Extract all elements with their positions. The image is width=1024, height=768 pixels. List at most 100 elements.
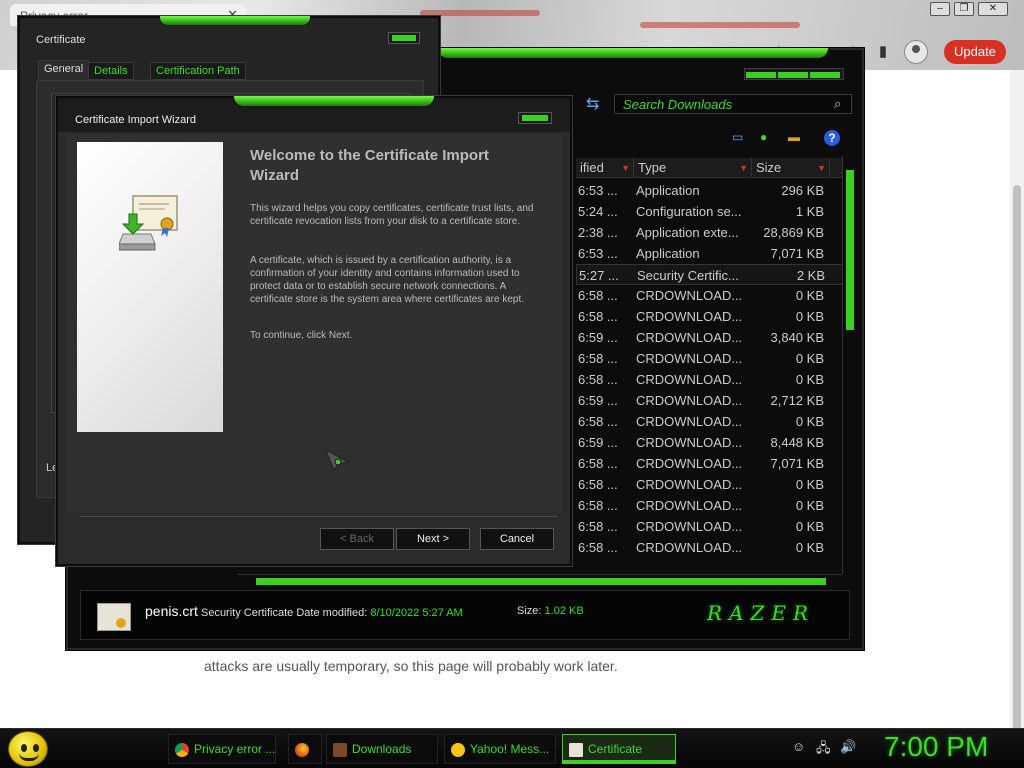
back-button[interactable]: < Back — [320, 528, 394, 550]
file-list-scrollbar[interactable] — [842, 156, 856, 574]
table-row[interactable]: 6:58 ... CRDOWNLOAD... 0 KB — [576, 495, 854, 516]
table-cell-size: 0 KB — [795, 414, 824, 429]
page-body-text: attacks are usually temporary, so this p… — [204, 658, 618, 674]
update-button[interactable]: Update — [944, 40, 1006, 64]
certificate-dialog-title: Certificate — [36, 34, 86, 46]
horizontal-scrollbar[interactable] — [238, 574, 842, 586]
start-button[interactable] — [8, 731, 48, 767]
network-icon[interactable]: 🖧 — [816, 739, 831, 761]
table-row[interactable]: 6:58 ... CRDOWNLOAD... 0 KB — [576, 474, 854, 495]
taskbar-item-firefox[interactable] — [288, 734, 322, 764]
table-row[interactable]: 5:24 ... Configuration se... 1 KB — [576, 201, 854, 222]
table-row[interactable]: 6:53 ... Application 7,071 KB — [576, 243, 854, 264]
table-row[interactable]: 6:58 ... CRDOWNLOAD... 7,071 KB — [576, 453, 854, 474]
refresh-arrow-icon[interactable]: ⇆ — [586, 94, 599, 114]
table-cell-type: Application exte... — [636, 225, 739, 240]
taskbar-item-yahoo-messenger[interactable]: Yahoo! Mess... — [444, 734, 556, 764]
table-row[interactable]: 6:59 ... CRDOWNLOAD... 2,712 KB — [576, 390, 854, 411]
details-file-name: penis.crt — [145, 603, 198, 619]
table-cell-type: CRDOWNLOAD... — [636, 414, 743, 429]
table-row[interactable]: 6:58 ... CRDOWNLOAD... 0 KB — [576, 306, 854, 327]
table-cell-date: 6:53 ... — [578, 246, 618, 261]
table-row[interactable]: 2:38 ... Application exte... 28,869 KB — [576, 222, 854, 243]
table-row[interactable]: 6:58 ... CRDOWNLOAD... 0 KB — [576, 285, 854, 306]
column-header-type[interactable]: Type ▼ — [634, 158, 752, 178]
table-cell-type: CRDOWNLOAD... — [636, 288, 743, 303]
table-cell-size: 0 KB — [795, 309, 824, 324]
table-cell-type: CRDOWNLOAD... — [636, 519, 743, 534]
taskbar: Privacy error ... Downloads Yahoo! Mess.… — [0, 728, 1024, 768]
page-scrollbar-thumb[interactable] — [1013, 185, 1021, 768]
table-row[interactable]: 6:58 ... CRDOWNLOAD... 0 KB — [576, 348, 854, 369]
table-cell-size: 0 KB — [795, 288, 824, 303]
profile-avatar[interactable] — [904, 40, 928, 64]
taskbar-clock[interactable]: 7:00 PM — [884, 731, 988, 763]
table-cell-type: CRDOWNLOAD... — [636, 393, 743, 408]
folder-icon[interactable]: ▬ — [788, 130, 800, 144]
next-button[interactable]: Next > — [396, 528, 470, 550]
table-cell-date: 6:58 ... — [578, 351, 618, 366]
table-row[interactable]: 6:58 ... CRDOWNLOAD... 0 KB — [576, 537, 854, 558]
table-row[interactable]: 6:58 ... CRDOWNLOAD... 0 KB — [576, 516, 854, 537]
volume-icon[interactable]: 🔊 — [840, 739, 856, 755]
taskbar-item-privacy-error[interactable]: Privacy error ... — [168, 734, 276, 764]
table-cell-date: 6:59 ... — [578, 330, 618, 345]
scrollbar-thumb[interactable] — [846, 170, 854, 330]
tray-smiley-icon[interactable]: ☺ — [792, 739, 805, 754]
close-window-icon[interactable] — [518, 112, 552, 124]
razer-logo: RAZER — [707, 601, 816, 625]
table-row[interactable]: 6:59 ... CRDOWNLOAD... 3,840 KB — [576, 327, 854, 348]
window-controls[interactable] — [744, 68, 844, 80]
scrollbar-thumb[interactable] — [256, 578, 826, 585]
table-row[interactable]: 6:58 ... CRDOWNLOAD... 0 KB — [576, 369, 854, 390]
column-header-size[interactable]: Size ▼ — [752, 158, 830, 178]
wizard-paragraph-1: This wizard helps you copy certificates,… — [250, 203, 534, 227]
page-scrollbar[interactable] — [1010, 70, 1024, 768]
certificate-icon — [569, 742, 583, 757]
table-row[interactable]: 6:53 ... Application 296 KB — [576, 180, 854, 201]
search-downloads-input[interactable]: Search Downloads — [614, 94, 852, 114]
table-cell-type: CRDOWNLOAD... — [636, 309, 743, 324]
maximize-icon[interactable]: ❐ — [954, 2, 974, 16]
file-list: ified ▼ Type ▼ Size ▼ 6:53 ... Application 29… — [576, 158, 854, 572]
table-cell-date: 6:58 ... — [578, 414, 618, 429]
details-text: penis.crt Security Certificate Date modi… — [145, 603, 463, 619]
side-panel-icon[interactable]: ▮ — [872, 42, 894, 62]
view-icon[interactable]: ▭ — [732, 130, 743, 144]
table-cell-type: CRDOWNLOAD... — [636, 351, 743, 366]
taskbar-item-certificate[interactable]: Certificate — [562, 734, 676, 764]
details-pane: penis.crt Security Certificate Date modi… — [80, 590, 850, 640]
table-cell-type: Security Certific... — [637, 268, 739, 283]
minimize-icon[interactable]: – — [930, 2, 950, 16]
table-cell-size: 2 KB — [796, 268, 825, 283]
taskbar-item-downloads[interactable]: Downloads — [326, 734, 438, 764]
search-icon[interactable]: ⌕ — [834, 96, 841, 112]
wizard-heading: Welcome to the Certificate Import Wizard — [250, 147, 489, 184]
table-cell-date: 6:59 ... — [578, 435, 618, 450]
certificate-import-wizard: Certificate Import Wizard Welcome to the… — [56, 96, 572, 566]
column-header-date[interactable]: ified ▼ — [576, 158, 634, 178]
table-cell-type: CRDOWNLOAD... — [636, 330, 743, 345]
wizard-sidebar-image — [77, 142, 223, 432]
table-row[interactable]: 6:59 ... CRDOWNLOAD... 8,448 KB — [576, 432, 854, 453]
tab-details[interactable]: Details — [88, 62, 134, 80]
help-icon[interactable]: ? — [824, 130, 840, 146]
cancel-button[interactable]: Cancel — [480, 528, 554, 550]
table-cell-date: 6:58 ... — [578, 498, 618, 513]
table-cell-type: Application — [636, 246, 700, 261]
details-date-value: 8/10/2022 5:27 AM — [370, 607, 463, 619]
busy-cursor-icon — [325, 448, 350, 472]
table-cell-type: CRDOWNLOAD... — [636, 477, 743, 492]
status-dot-icon[interactable]: ● — [760, 130, 767, 144]
table-cell-size: 0 KB — [795, 351, 824, 366]
tab-general[interactable]: General — [38, 60, 90, 82]
close-window-icon[interactable]: ✕ — [978, 2, 1008, 16]
table-row[interactable]: 6:58 ... CRDOWNLOAD... 0 KB — [576, 411, 854, 432]
downloads-icon — [333, 742, 347, 757]
tab-certification-path[interactable]: Certification Path — [150, 62, 246, 80]
close-window-icon[interactable] — [388, 32, 420, 44]
table-cell-size: 2,712 KB — [770, 393, 825, 408]
table-row[interactable]: 5:27 ... Security Certific... 2 KB — [576, 264, 854, 285]
toolbar-icons: ▭ ● ▬ ? — [732, 130, 852, 148]
divider — [80, 516, 558, 517]
